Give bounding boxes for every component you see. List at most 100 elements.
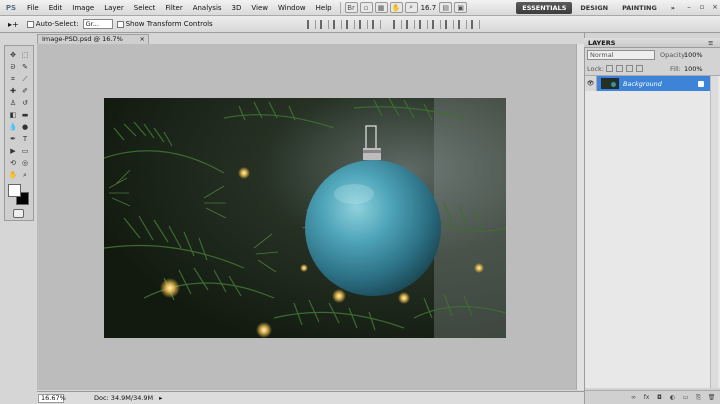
vertical-scrollbar[interactable] <box>576 44 584 390</box>
workspace-essentials-button[interactable]: ESSENTIALS <box>516 1 573 14</box>
layer-lock-icon <box>698 80 704 87</box>
new-layer-icon[interactable]: ⎘ <box>694 394 703 402</box>
menu-layer[interactable]: Layer <box>99 0 129 16</box>
close-icon[interactable]: × <box>710 3 720 12</box>
lock-position-icon[interactable] <box>626 65 633 72</box>
3d-orbit-icon[interactable]: ◎ <box>19 157 31 169</box>
type-tool-icon[interactable]: T <box>19 133 31 145</box>
link-layers-icon[interactable]: ∞ <box>629 394 638 402</box>
lock-all-icon[interactable] <box>636 65 643 72</box>
blur-tool-icon[interactable]: 💧 <box>7 121 19 133</box>
distribute-left-icon[interactable] <box>431 19 441 29</box>
zoom-tool-icon[interactable]: ⌕ <box>19 169 31 181</box>
document-tab[interactable]: Image-PSD.psd @ 16.7% (RGB/8) × <box>37 34 149 52</box>
align-top-icon[interactable] <box>306 19 316 29</box>
menu-window[interactable]: Window <box>273 0 311 16</box>
crop-tool-icon[interactable]: ⌗ <box>7 73 19 85</box>
workspace-design-button[interactable]: DESIGN <box>574 2 614 14</box>
clone-stamp-icon[interactable]: ♙ <box>7 97 19 109</box>
delete-layer-icon[interactable]: 🗑 <box>707 394 716 402</box>
align-hcenter-icon[interactable] <box>358 19 368 29</box>
lock-pixels-icon[interactable] <box>616 65 623 72</box>
menu-help[interactable]: Help <box>311 0 337 16</box>
layers-list <box>585 75 720 388</box>
arrange-documents-icon[interactable]: ▤ <box>439 2 453 13</box>
menu-edit[interactable]: Edit <box>44 0 68 16</box>
zoom-percent-field[interactable]: 16.67% <box>38 393 66 403</box>
document-close-icon[interactable]: × <box>140 35 145 44</box>
color-swatches[interactable] <box>8 184 30 206</box>
distribute-right-icon[interactable] <box>457 19 467 29</box>
adjustment-layer-icon[interactable]: ◐ <box>668 394 677 402</box>
distribute-bottom-icon[interactable] <box>418 19 428 29</box>
healing-brush-icon[interactable]: ✚ <box>7 85 19 97</box>
eyedropper-tool-icon[interactable]: ⟋ <box>19 73 31 85</box>
align-vcenter-icon[interactable] <box>319 19 329 29</box>
move-tool-icon[interactable]: ▸+ <box>8 20 19 29</box>
show-transform-checkbox[interactable] <box>116 20 124 28</box>
quick-select-tool-icon[interactable]: ✎ <box>19 61 31 73</box>
distribute-top-icon[interactable] <box>392 19 402 29</box>
more-workspaces-icon[interactable]: » <box>665 2 681 14</box>
foreground-color-swatch[interactable] <box>8 184 21 197</box>
menu-filter[interactable]: Filter <box>160 0 187 16</box>
distribute-vcenter-icon[interactable] <box>405 19 415 29</box>
layer-mask-icon[interactable]: ◘ <box>655 394 664 402</box>
zoom-view-icon[interactable]: ⌕ <box>404 2 418 13</box>
move-tool-icon[interactable]: ✥ <box>7 49 19 61</box>
marquee-tool-icon[interactable]: ⬚ <box>19 49 31 61</box>
menu-image[interactable]: Image <box>67 0 99 16</box>
3d-rotate-icon[interactable]: ⟲ <box>7 157 19 169</box>
options-bar: ▸+ Auto-Select: Gr... Show Transform Con… <box>0 16 720 33</box>
restore-icon[interactable]: ▫ <box>697 3 707 12</box>
layers-scrollbar[interactable] <box>710 76 718 388</box>
layer-style-icon[interactable]: fx <box>642 394 651 402</box>
brush-tool-icon[interactable]: ✐ <box>19 85 31 97</box>
align-bottom-icon[interactable] <box>332 19 342 29</box>
zoom-level-select[interactable]: 16.7 <box>419 4 439 12</box>
workspace-painting-button[interactable]: PAINTING <box>616 2 663 14</box>
auto-select-dropdown[interactable]: Gr... <box>82 19 113 29</box>
gradient-tool-icon[interactable]: ▬ <box>19 109 31 121</box>
bridge-icon[interactable]: Br <box>344 2 358 13</box>
panel-menu-icon[interactable]: ≡ <box>708 38 713 48</box>
extras-icon[interactable]: ▦ <box>374 2 388 13</box>
auto-align-icon[interactable] <box>470 19 480 29</box>
menu-3d[interactable]: 3D <box>227 0 247 16</box>
align-right-icon[interactable] <box>371 19 381 29</box>
document-size-info[interactable]: Doc: 34.9M/34.9M <box>94 394 153 402</box>
blend-mode-select[interactable]: Normal <box>587 50 655 60</box>
fill-field[interactable]: 100% <box>684 64 703 74</box>
opacity-field[interactable]: 100% <box>684 50 703 60</box>
menu-analysis[interactable]: Analysis <box>188 0 227 16</box>
new-group-icon[interactable]: ▭ <box>681 394 690 402</box>
menu-view[interactable]: View <box>246 0 273 16</box>
menu-select[interactable]: Select <box>129 0 161 16</box>
status-menu-arrow-icon[interactable]: ▸ <box>159 394 162 402</box>
hand-view-icon[interactable]: ✋ <box>389 2 403 13</box>
dodge-tool-icon[interactable]: ● <box>19 121 31 133</box>
screen-mode-icon[interactable]: ▣ <box>454 2 468 13</box>
eraser-tool-icon[interactable]: ◧ <box>7 109 19 121</box>
auto-select-checkbox[interactable] <box>26 20 34 28</box>
layer-thumbnail <box>601 78 619 89</box>
minimize-icon[interactable]: – <box>684 3 694 12</box>
layer-name[interactable]: Background <box>623 80 698 88</box>
visibility-eye-icon[interactable]: 👁 <box>585 76 597 91</box>
layer-row-background[interactable]: 👁 Background <box>585 76 710 91</box>
document-tab-title: Image-PSD.psd @ 16.7% (RGB/8) <box>42 35 123 52</box>
lock-transparency-icon[interactable] <box>606 65 613 72</box>
menu-file[interactable]: File <box>22 0 44 16</box>
distribute-hcenter-icon[interactable] <box>444 19 454 29</box>
pen-tool-icon[interactable]: ✒ <box>7 133 19 145</box>
layers-panel-tab[interactable]: LAYERS <box>588 38 615 48</box>
path-select-icon[interactable]: ▶ <box>7 145 19 157</box>
align-left-icon[interactable] <box>345 19 355 29</box>
history-brush-icon[interactable]: ↺ <box>19 97 31 109</box>
canvas-image[interactable] <box>104 98 506 338</box>
hand-tool-icon[interactable]: ✋ <box>7 169 19 181</box>
shape-tool-icon[interactable]: ▭ <box>19 145 31 157</box>
minibridge-icon[interactable]: ▫ <box>359 2 373 13</box>
quick-mask-icon[interactable] <box>13 209 24 218</box>
lasso-tool-icon[interactable]: ᘐ <box>7 61 19 73</box>
